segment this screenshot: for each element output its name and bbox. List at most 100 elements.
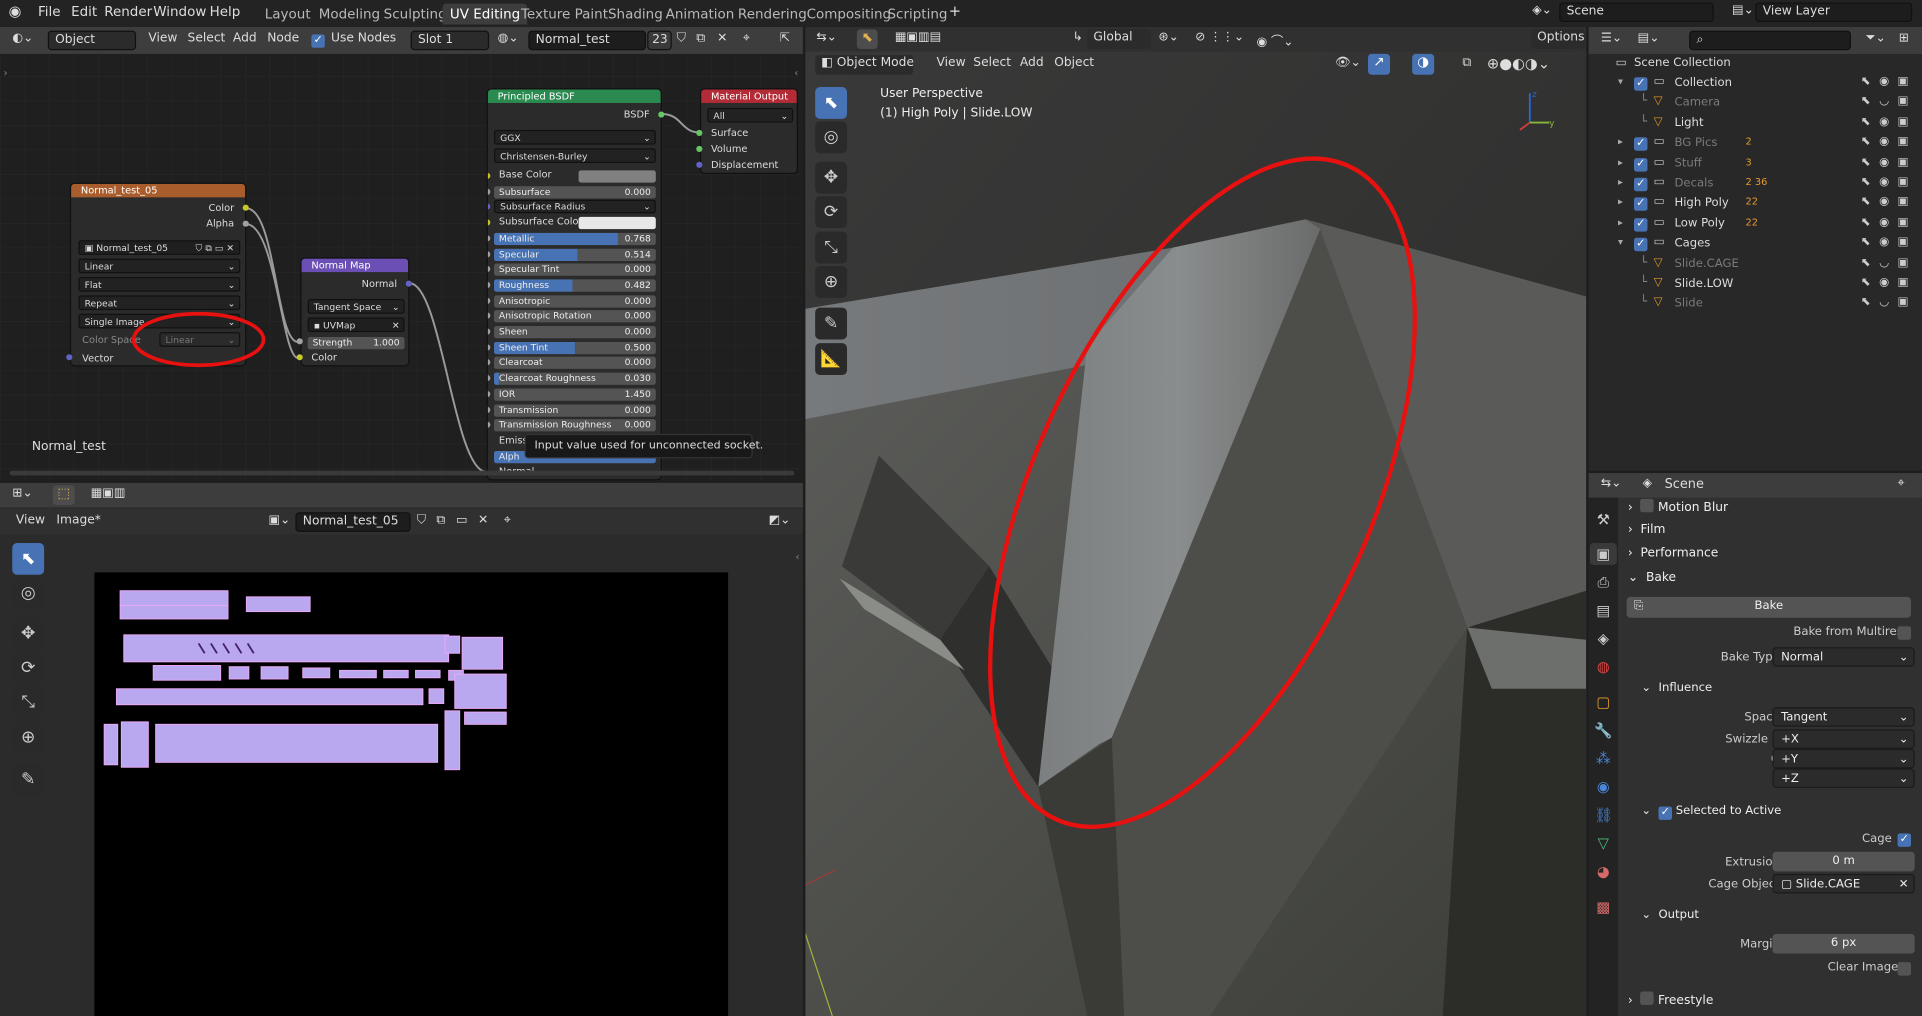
interpolation-dropdown[interactable]: Linear ⌄ [78, 258, 241, 274]
uv-move-tool[interactable]: ✥ [12, 617, 45, 650]
physics-tab-icon[interactable]: ◉ [1590, 776, 1617, 798]
bsdf-input-socket[interactable] [487, 188, 491, 195]
distribution-dropdown[interactable]: GGX ⌄ [493, 129, 656, 145]
selectable-icon[interactable]: ⬉ [1861, 236, 1871, 249]
object-tab-icon[interactable]: ▢ [1590, 691, 1617, 713]
bsdf-output-socket[interactable] [658, 111, 665, 118]
image-pin-icon[interactable]: ⌖ [504, 514, 511, 527]
unlink-material-icon[interactable]: ✕ [717, 32, 727, 45]
strength-socket[interactable] [296, 338, 303, 345]
bsdf-title[interactable]: Principled BSDF [487, 89, 661, 103]
viewport-measure-tool[interactable]: 📐 [815, 343, 848, 376]
camera-render-icon[interactable]: ▣ [1898, 296, 1909, 309]
viewport-move-tool[interactable]: ✥ [815, 161, 848, 194]
collection-checkbox[interactable]: ✓ [1633, 77, 1648, 91]
output-subsection[interactable]: ⌄ Output [1641, 908, 1699, 921]
properties-pin-icon[interactable]: ⌖ [1898, 477, 1905, 490]
color-output-socket[interactable] [242, 204, 249, 211]
bsdf-slider-transmission[interactable]: Transmission 0.000 [493, 403, 656, 417]
selectable-icon[interactable]: ⬉ [1861, 115, 1871, 128]
bsdf-slider-roughness[interactable]: Roughness 0.482 [493, 279, 656, 292]
camera-render-icon[interactable]: ▣ [1898, 276, 1909, 289]
node-menu-view[interactable]: View [148, 32, 177, 45]
bsdf-input-socket[interactable] [487, 172, 491, 179]
output-target-dropdown[interactable]: All ⌄ [707, 107, 794, 123]
freestyle-section[interactable]: › Freestyle [1628, 991, 1713, 1007]
menu-edit[interactable]: Edit [71, 4, 97, 20]
viewport-selection-modes[interactable]: ▦▣▥▤ [895, 31, 941, 44]
outliner-item-low-poly[interactable]: ▸ ✓ ▭ Low Poly 22 ⬉ ◉ ▣ [1589, 214, 1922, 234]
bsdf-slider-transmission-roughness[interactable]: Transmission Roughness 0.000 [493, 419, 656, 432]
bsdf-input-socket[interactable] [487, 375, 491, 382]
data-tab-icon[interactable]: ▽ [1590, 832, 1617, 854]
outliner-item-slide-cage[interactable]: └ ▽ Slide.CAGE ⬉ ◡ ▣ [1589, 254, 1922, 274]
clear-cage-icon[interactable]: ✕ [1899, 878, 1909, 891]
parent-node-tree-icon[interactable]: ⇱ [780, 32, 790, 45]
tab-animation[interactable]: Animation [658, 4, 741, 25]
alpha-output-socket[interactable] [242, 220, 249, 227]
collection-checkbox[interactable]: ✓ [1633, 197, 1648, 212]
viewport-menu-add[interactable]: Add [1020, 56, 1044, 69]
filter-icon[interactable]: ⏷⌄ [1866, 32, 1886, 45]
viewport-transform-tool[interactable]: ⊕ [815, 265, 848, 298]
eye-icon[interactable]: ◉ [1879, 236, 1889, 249]
uv-rotate-tool[interactable]: ⟳ [12, 652, 45, 684]
render-tab-icon[interactable]: ▣ [1589, 542, 1617, 566]
eye-icon[interactable]: ◉ [1879, 115, 1889, 128]
selectable-icon[interactable]: ⬉ [1861, 256, 1871, 269]
outliner-root-row[interactable]: ▭ Scene Collection [1589, 54, 1922, 74]
orientation-icon[interactable]: ↳ [1073, 31, 1083, 44]
node-menu-add[interactable]: Add [233, 32, 257, 45]
image-node-title[interactable]: Normal_test_05 [71, 183, 246, 198]
bsdf-input-socket[interactable] [487, 359, 491, 366]
strength-slider[interactable]: Strength 1.000 [307, 337, 405, 350]
object-shader-mode[interactable]: Object [47, 30, 137, 51]
image-new-icon[interactable]: ⧉ [436, 514, 445, 527]
eye-icon[interactable]: ◉ [1879, 276, 1889, 289]
image-actions-icons[interactable]: ⛉ ⧉ ▭ ✕ [195, 241, 234, 254]
add-workspace-button[interactable]: + [949, 2, 961, 19]
viewport-editor-type-icon[interactable]: ⇆⌄ [816, 31, 837, 44]
motion-blur-section[interactable]: › Motion Blur [1628, 498, 1728, 515]
bsdf-color-swatch[interactable] [578, 170, 656, 183]
select-tool-icon[interactable]: ⬚ [52, 485, 75, 505]
image-open-icon[interactable]: ▭ [456, 514, 468, 527]
camera-render-icon[interactable]: ▣ [1898, 215, 1909, 228]
camera-render-icon[interactable]: ▣ [1898, 115, 1909, 128]
use-nodes-checkbox[interactable]: ✓ [311, 34, 325, 48]
outliner-item-stuff[interactable]: ▸ ✓ ▭ Stuff 3 ⬉ ◉ ▣ [1589, 154, 1922, 174]
bsdf-input-socket[interactable] [487, 390, 491, 397]
viewport-annotate-tool[interactable]: ✎ [815, 307, 848, 340]
selectable-icon[interactable]: ⬉ [1861, 135, 1871, 148]
uv-map-field[interactable]: ▪ UVMap ✕ [307, 317, 405, 333]
image-display-icon[interactable]: ◩⌄ [769, 514, 791, 527]
normal-output-socket[interactable] [405, 280, 412, 287]
material-users-count[interactable]: 23 [647, 30, 672, 51]
uv-annotate-tool[interactable]: ✎ [12, 763, 45, 796]
image-menu-view[interactable]: View [16, 514, 45, 527]
bsdf-slider-anisotropic[interactable]: Anisotropic 0.000 [493, 294, 656, 308]
viewport-menu-select[interactable]: Select [973, 56, 1011, 69]
eye-icon[interactable]: ◉ [1879, 195, 1889, 208]
collection-checkbox[interactable]: ✓ [1633, 157, 1648, 172]
navigation-gizmo-icon[interactable]: yz [1513, 86, 1562, 135]
viewport-select-box-tool[interactable]: ⬉ [815, 87, 848, 119]
eye-icon[interactable]: ◡ [1879, 296, 1889, 309]
projection-dropdown[interactable]: Flat ⌄ [78, 276, 241, 292]
clear-image-checkbox[interactable] [1897, 962, 1912, 976]
bsdf-color-swatch[interactable] [578, 217, 656, 230]
tab-scripting[interactable]: Scripting [880, 4, 955, 25]
normal-map-node[interactable]: Normal Map Normal Tangent Space ⌄ ▪ UVMap… [300, 257, 410, 367]
camera-render-icon[interactable]: ▣ [1898, 195, 1909, 208]
vector-input-socket[interactable] [66, 354, 73, 361]
menu-file[interactable]: File [38, 4, 61, 20]
visibility-icon[interactable]: 👁⌄ [1335, 56, 1361, 69]
image-datablock-field[interactable]: ▣ Normal_test_05 ⛉ ⧉ ▭ ✕ [78, 240, 241, 255]
editor-type-icon[interactable]: ◐⌄ [12, 32, 33, 45]
3d-viewport[interactable] [805, 51, 1587, 1016]
expand-arrow-icon[interactable]: ▸ [1618, 136, 1623, 147]
image-browse-icon[interactable]: ▣⌄ [268, 514, 290, 527]
selectable-icon[interactable]: ⬉ [1861, 276, 1871, 289]
scene-selector[interactable]: Scene [1559, 2, 1714, 23]
outliner-search-input[interactable]: ⌕ [1689, 30, 1851, 51]
